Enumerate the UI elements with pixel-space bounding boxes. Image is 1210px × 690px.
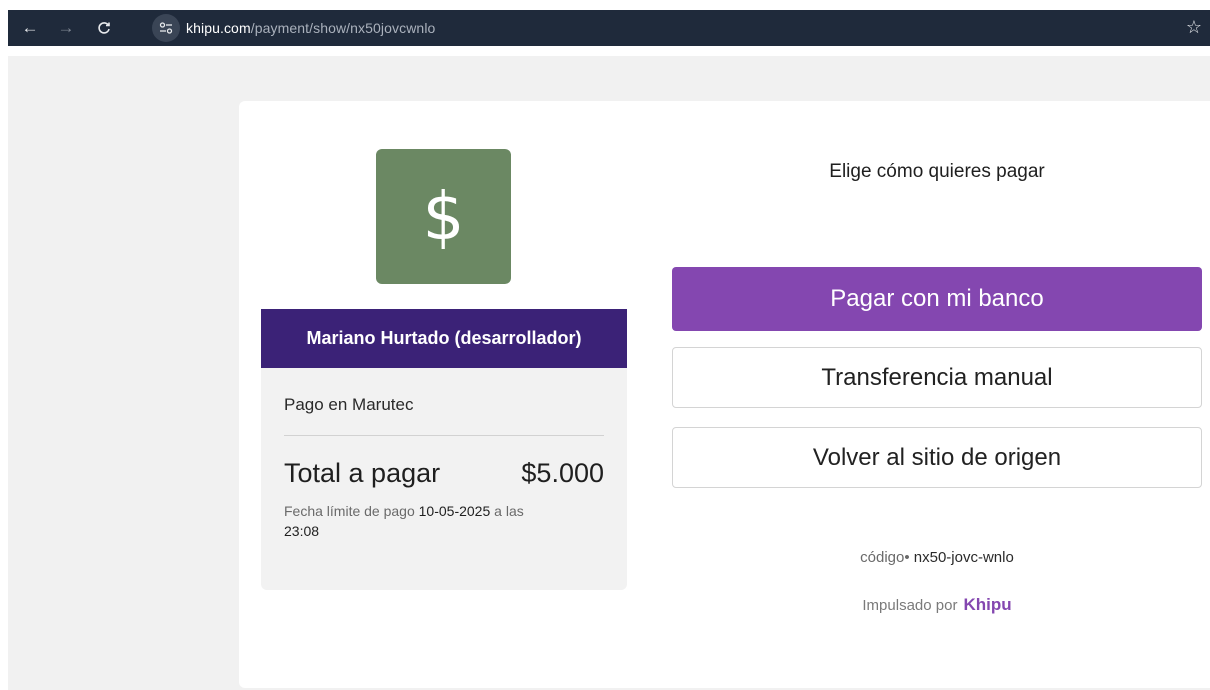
deadline-mid: a las bbox=[494, 503, 524, 519]
merchant-details: Pago en Marutec Total a pagar $5.000 Fec… bbox=[261, 395, 627, 541]
code-value: nx50-jovc-wnlo bbox=[913, 549, 1014, 566]
manual-transfer-button[interactable]: Transferencia manual bbox=[672, 347, 1202, 408]
deadline-time: 23:08 bbox=[284, 523, 320, 539]
arrow-left-icon[interactable]: ← bbox=[16, 14, 44, 42]
pay-with-bank-button[interactable]: Pagar con mi banco bbox=[672, 267, 1202, 331]
payment-code: código• nx50-jovc-wnlo bbox=[672, 549, 1202, 566]
star-icon[interactable]: ☆ bbox=[1186, 17, 1202, 38]
reload-icon[interactable] bbox=[90, 14, 118, 42]
merchant-panel: Mariano Hurtado (desarrollador) Pago en … bbox=[261, 309, 627, 590]
divider bbox=[284, 435, 604, 436]
payment-deadline: Fecha límite de pago 10-05-2025 a las 23:… bbox=[284, 501, 584, 541]
total-amount: $5.000 bbox=[521, 458, 604, 488]
url-text[interactable]: khipu.com/payment/show/nx50jovcwnlo bbox=[186, 20, 435, 36]
total-row: Total a pagar $5.000 bbox=[284, 458, 604, 489]
tune-icon[interactable] bbox=[152, 14, 180, 42]
deadline-prefix: Fecha límite de pago bbox=[284, 503, 415, 519]
total-label: Total a pagar bbox=[284, 458, 441, 488]
code-label: código• bbox=[860, 549, 910, 566]
powered-by: Impulsado por Khipu bbox=[672, 595, 1202, 615]
return-to-origin-button[interactable]: Volver al sitio de origen bbox=[672, 427, 1202, 488]
payment-card: $ Mariano Hurtado (desarrollador) Pago e… bbox=[239, 101, 1210, 688]
browser-toolbar: ← → khipu.com/payment/show/nx50jovcwnlo … bbox=[8, 10, 1210, 46]
merchant-name: Mariano Hurtado (desarrollador) bbox=[261, 309, 627, 368]
browser-chrome: ← → khipu.com/payment/show/nx50jovcwnlo … bbox=[0, 0, 1210, 56]
powered-label: Impulsado por bbox=[862, 597, 958, 614]
deadline-date: 10-05-2025 bbox=[418, 503, 491, 519]
payment-subject: Pago en Marutec bbox=[284, 395, 414, 414]
merchant-logo: $ bbox=[376, 149, 511, 284]
address-bar[interactable]: khipu.com/payment/show/nx50jovcwnlo ☆ bbox=[148, 12, 1210, 44]
choose-method-title: Elige cómo quieres pagar bbox=[829, 161, 1045, 182]
url-path: /payment/show/nx50jovcwnlo bbox=[250, 20, 436, 36]
khipu-logo: Khipu bbox=[963, 595, 1012, 614]
url-host: khipu.com bbox=[186, 20, 251, 36]
arrow-right-icon[interactable]: → bbox=[52, 14, 80, 42]
page-background: $ Mariano Hurtado (desarrollador) Pago e… bbox=[8, 56, 1210, 690]
